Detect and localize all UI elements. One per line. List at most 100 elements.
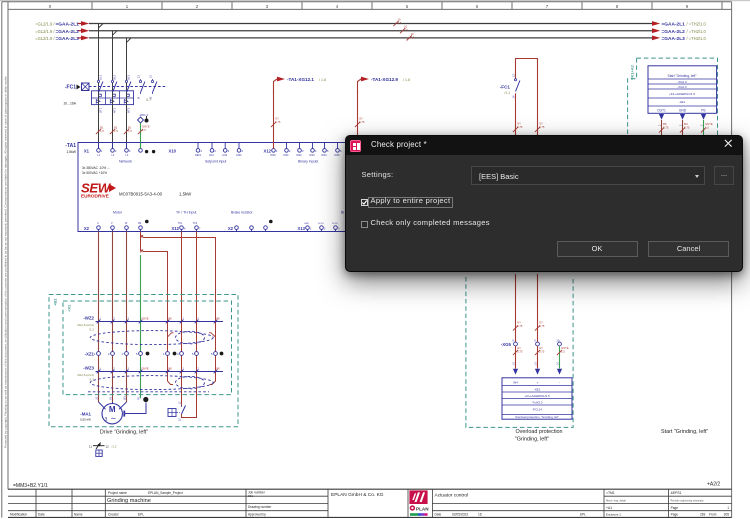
svg-text:GY: GY — [539, 122, 543, 126]
svg-text:4/T2: 4/T2 — [113, 107, 117, 113]
svg-text:Start "Grinding, left": Start "Grinding, left" — [668, 74, 698, 78]
svg-text:1,5kW: 1,5kW — [179, 192, 192, 197]
svg-text:/1.2: /1.2 — [89, 378, 94, 382]
svg-text:GNYE: GNYE — [705, 122, 713, 126]
svg-text:GNYE: GNYE — [561, 346, 569, 350]
svg-text:305: 305 — [724, 513, 730, 517]
svg-text:1: 1 — [727, 506, 729, 510]
svg-text:B1: B1 — [128, 126, 132, 130]
svg-text:6/T3: 6/T3 — [127, 107, 131, 113]
svg-text:BK: BK — [217, 368, 221, 371]
svg-text:Rexroth engineering schematic: Rexroth engineering schematic — [671, 499, 705, 502]
svg-text:Page: Page — [671, 513, 679, 517]
svg-text:PE: PE — [138, 396, 141, 400]
svg-text:M: M — [109, 405, 116, 414]
svg-text:BK: BK — [217, 318, 221, 321]
svg-text:REF1: REF1 — [195, 154, 202, 157]
svg-text:Mech. eng. detail: Mech. eng. detail — [606, 498, 626, 502]
svg-text:-XG5: -XG5 — [501, 342, 512, 347]
svg-text:0,75: 0,75 — [517, 324, 523, 328]
svg-text:10: 10 — [404, 25, 407, 29]
svg-text:Name: Name — [74, 513, 83, 517]
svg-text:X12: X12 — [264, 149, 272, 154]
svg-text:+A2/2: +A2/2 — [707, 481, 720, 487]
svg-text:AI12: AI12 — [222, 154, 228, 157]
svg-text:10: 10 — [411, 32, 414, 36]
svg-text:GNYE: GNYE — [142, 125, 150, 129]
svg-text:/ 1.8: / 1.8 — [403, 78, 410, 82]
svg-text:+K1+A2&EPA1/2.5: +K1+A2&EPA1/2.5 — [524, 394, 550, 398]
svg-text:5/L3: 5/L3 — [127, 74, 131, 80]
svg-text:Page: Page — [671, 506, 679, 510]
svg-text:X13: X13 — [298, 226, 306, 231]
svg-text:/1.2: /1.2 — [112, 444, 117, 448]
svg-text:0,75: 0,75 — [517, 350, 523, 354]
svg-text:1,5: 1,5 — [142, 128, 146, 132]
svg-text:Creator: Creator — [108, 513, 120, 517]
svg-text:/ =TH2/1.0: / =TH2/1.0 — [687, 29, 707, 34]
svg-text:EPL: EPL — [580, 513, 586, 517]
svg-text:-TA1: -TA1 — [65, 143, 76, 149]
svg-text:X1: X1 — [84, 149, 90, 154]
svg-text:GY: GY — [517, 122, 521, 126]
svg-text:1,5: 1,5 — [705, 126, 709, 130]
svg-text:-PCL14: -PCL14 — [532, 407, 542, 411]
svg-text:Protected by copyright. Passin: Protected by copyright. Passing on as we… — [3, 76, 7, 448]
svg-text:DI01: DI01 — [284, 154, 290, 157]
svg-text:/1.2: /1.2 — [89, 328, 94, 332]
svg-text:-XE2: -XE2 — [534, 387, 541, 391]
svg-text:DO02: DO02 — [332, 223, 338, 225]
svg-text:-1.6: -1.6 — [557, 361, 559, 366]
svg-text:-MA1: -MA1 — [80, 411, 91, 416]
svg-text:=GAA-2L3: =GAA-2L3 — [56, 36, 80, 42]
svg-text:1/L1: 1/L1 — [99, 74, 103, 80]
svg-text:4G2,5+(2x1): 4G2,5+(2x1) — [77, 373, 94, 377]
svg-text:1,5: 1,5 — [114, 129, 118, 133]
svg-text:2,5: 2,5 — [404, 28, 408, 32]
svg-text:/ =TH2/1.0: / =TH2/1.0 — [687, 36, 707, 41]
svg-text:EPLAN_Sample_Project: EPLAN_Sample_Project — [148, 491, 183, 495]
svg-text:-TA1-XG12.9: -TA1-XG12.9 — [371, 77, 398, 82]
svg-text:∼: ∼ — [111, 416, 117, 423]
svg-text:-XG2.0: -XG2.0 — [677, 85, 687, 89]
svg-text:U: U — [97, 222, 99, 225]
svg-text:12: 12 — [106, 444, 110, 448]
svg-text:Overload protection: Overload protection — [515, 429, 562, 435]
svg-text:/1.7: /1.7 — [146, 98, 152, 102]
svg-text:Project name: Project name — [108, 491, 127, 495]
svg-text:GY: GY — [517, 346, 521, 350]
svg-text:Setpoint input: Setpoint input — [205, 160, 226, 164]
svg-text:Approved by: Approved by — [248, 513, 266, 517]
svg-text:IN4: IN4 — [513, 380, 518, 384]
svg-text:-: - — [559, 380, 560, 384]
svg-text:GY: GY — [275, 117, 279, 121]
svg-text:Date: Date — [435, 513, 442, 517]
svg-text:0,75: 0,75 — [539, 125, 545, 129]
svg-text:/ =TH2/1.0: / =TH2/1.0 — [687, 22, 707, 27]
svg-text:GY: GY — [539, 346, 543, 350]
svg-text:Binary inputs: Binary inputs — [298, 160, 318, 164]
svg-text:From: From — [709, 513, 717, 517]
svg-text:X2: X2 — [84, 226, 90, 231]
svg-text:02/05/2023: 02/05/2023 — [452, 513, 468, 517]
svg-text:0,55 kW: 0,55 kW — [80, 417, 91, 421]
svg-text:GND: GND — [679, 108, 687, 112]
svg-text:Start "Grinding, left": Start "Grinding, left" — [661, 429, 708, 435]
svg-text:BK: BK — [169, 318, 173, 321]
svg-text:11: 11 — [89, 444, 92, 448]
svg-text:B1: B1 — [114, 126, 118, 130]
svg-text:=GAA-2L3: =GAA-2L3 — [662, 36, 686, 42]
svg-text:=GAA-2L2: =GAA-2L2 — [662, 29, 686, 35]
svg-text:Network: Network — [119, 160, 132, 164]
svg-text:=GL2/1.9 /: =GL2/1.9 / — [35, 36, 55, 41]
svg-text:=GL2/1.9 /: =GL2/1.9 / — [35, 22, 55, 27]
svg-text:2,5: 2,5 — [398, 21, 402, 25]
svg-text:=GAA-2L1: =GAA-2L1 — [662, 22, 686, 28]
svg-text:0,75: 0,75 — [359, 120, 365, 124]
svg-text:DI00: DI00 — [271, 154, 277, 157]
svg-text:=GAA-2L2: =GAA-2L2 — [56, 29, 80, 35]
svg-text:001: 001 — [248, 494, 253, 498]
svg-text:X10: X10 — [169, 149, 177, 154]
svg-text:-1.6: -1.6 — [513, 361, 515, 366]
svg-text:0,75: 0,75 — [539, 350, 545, 354]
